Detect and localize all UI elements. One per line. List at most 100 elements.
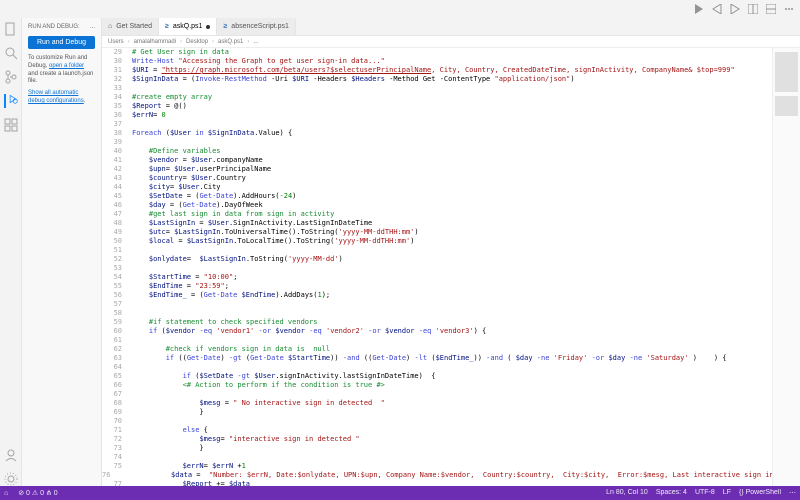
code-line[interactable]: 51 [102, 246, 772, 255]
status-item[interactable]: LF [723, 489, 731, 497]
status-item[interactable]: ⋔ 0 [46, 490, 58, 497]
code-line[interactable]: 45 $SetDate = (Get-Date).AddHours(-24) [102, 192, 772, 201]
code-line[interactable]: 40 #Define variables [102, 147, 772, 156]
code-line[interactable]: 70 [102, 417, 772, 426]
line-number: 69 [102, 408, 126, 417]
status-item[interactable]: Ln 80, Col 10 [606, 489, 648, 497]
line-number: 60 [102, 327, 126, 336]
code-line[interactable]: 71 else { [102, 426, 772, 435]
panel-header: Run and Debug: ... [26, 22, 97, 32]
line-number: 51 [102, 246, 126, 255]
code-line[interactable]: 47 #get last sign in data from sign in a… [102, 210, 772, 219]
line-number: 65 [102, 372, 126, 381]
chevron-right-icon: › [212, 39, 214, 45]
line-number: 56 [102, 291, 126, 300]
code-line[interactable]: 62 #check if vendors sign in data is nul… [102, 345, 772, 354]
breadcrumb[interactable]: Users›amalalhammadi›Desktop›askQ.ps1›... [102, 36, 800, 48]
code-editor[interactable]: 29# Get User sign in data30Write-Host "A… [102, 48, 772, 486]
code-line[interactable]: 66 <# Action to perform if the condition… [102, 381, 772, 390]
code-line[interactable]: 65 if ($SetDate -gt $User.signInActivity… [102, 372, 772, 381]
code-line[interactable]: 37 [102, 120, 772, 129]
more-icon[interactable] [784, 4, 794, 14]
status-item[interactable]: Spaces: 4 [656, 489, 687, 497]
line-number: 61 [102, 336, 126, 345]
code-line[interactable]: 38Foreach ($User in $SignInData.Value) { [102, 129, 772, 138]
breadcrumb-segment[interactable]: askQ.ps1 [218, 39, 243, 45]
code-line[interactable]: 55 $EndTime = "23:59"; [102, 282, 772, 291]
code-line[interactable]: 67 [102, 390, 772, 399]
code-line[interactable]: 72 $mesg= "interactive sign in detected … [102, 435, 772, 444]
code-line[interactable]: 63 if ((Get-Date) -gt (Get-Date $StartTi… [102, 354, 772, 363]
git-icon[interactable] [4, 70, 18, 84]
code-line[interactable]: 74 [102, 453, 772, 462]
code-line[interactable]: 77 $Report += $data [102, 480, 772, 486]
code-line[interactable]: 29# Get User sign in data [102, 48, 772, 57]
code-line[interactable]: 76 $data = "Number: $errN, Date:$onlydat… [102, 471, 772, 480]
code-line[interactable]: 53 [102, 264, 772, 273]
code-line[interactable]: 30Write-Host "Accessing the Graph to get… [102, 57, 772, 66]
layout-icon[interactable] [748, 4, 758, 14]
code-line[interactable]: 60 if ($vendor -eq 'vendor1' -or $vendor… [102, 327, 772, 336]
status-item[interactable]: {} PowerShell [739, 489, 781, 497]
status-item[interactable]: ⋯ [789, 489, 796, 497]
code-line[interactable]: 39 [102, 138, 772, 147]
code-line[interactable]: 56 $EndTime_ = (Get-Date $EndTime).AddDa… [102, 291, 772, 300]
run-step-fwd-icon[interactable] [730, 4, 740, 14]
tab-absencescript-ps1[interactable]: ≥absenceScript.ps1 [217, 18, 295, 35]
code-line[interactable]: 48 $LastSignIn = $User.SignInActivity.La… [102, 219, 772, 228]
code-line[interactable]: 42 $upn= $User.userPrincipalName [102, 165, 772, 174]
status-remote-icon[interactable]: ⌂ [4, 490, 8, 497]
panel-menu-icon[interactable]: ... [90, 24, 95, 30]
layout2-icon[interactable] [766, 4, 776, 14]
code-line[interactable]: 75 $errN= $errN +1 [102, 462, 772, 471]
extensions-icon[interactable] [4, 118, 18, 132]
status-item[interactable]: UTF-8 [695, 489, 715, 497]
code-line[interactable]: 57 [102, 300, 772, 309]
code-line[interactable]: 50 $local = $LastSignIn.ToLocalTime().To… [102, 237, 772, 246]
run-step-back-icon[interactable] [712, 4, 722, 14]
run-play-icon[interactable] [694, 4, 704, 14]
code-line[interactable]: 64 [102, 363, 772, 372]
code-line[interactable]: 35$Report = @() [102, 102, 772, 111]
explorer-icon[interactable] [4, 22, 18, 36]
code-line[interactable]: 69 } [102, 408, 772, 417]
code-line[interactable]: 44 $city= $User.City [102, 183, 772, 192]
gear-icon[interactable] [4, 472, 18, 486]
code-line[interactable]: 41 $vendor = $User.companyName [102, 156, 772, 165]
code-line[interactable]: 58 [102, 309, 772, 318]
breadcrumb-segment[interactable]: Users [108, 39, 124, 45]
status-item[interactable]: ⊘ 0 ⚠ 0 [18, 490, 44, 497]
code-line[interactable]: 59 #if statement to check specified vend… [102, 318, 772, 327]
tab-askq-ps1[interactable]: ≥askQ.ps1 [159, 18, 217, 35]
code-line[interactable]: 36$errN= 0 [102, 111, 772, 120]
code-line[interactable]: 68 $mesg = " No interactive sign in dete… [102, 399, 772, 408]
breadcrumb-segment[interactable]: ... [253, 39, 258, 45]
code-line[interactable]: 54 $StartTime = "10:00"; [102, 273, 772, 282]
breadcrumb-segment[interactable]: Desktop [186, 39, 208, 45]
run-debug-button[interactable]: Run and Debug [28, 36, 95, 49]
account-icon[interactable] [4, 448, 18, 462]
dirty-dot-icon [206, 25, 210, 29]
code-line[interactable]: 46 $day = (Get-Date).DayOfWeek [102, 201, 772, 210]
code-line[interactable]: 73 } [102, 444, 772, 453]
open-folder-link[interactable]: open a folder [49, 63, 84, 69]
panel-help-text: To customize Run and Debug, open a folde… [26, 53, 97, 88]
code-line[interactable]: 43 $country= $User.Country [102, 174, 772, 183]
code-line[interactable]: 52 $onlydate= $LastSignIn.ToString('yyyy… [102, 255, 772, 264]
code-line[interactable]: 49 $utc= $LastSignIn.ToUniversalTime().T… [102, 228, 772, 237]
breadcrumb-segment[interactable]: amalalhammadi [134, 39, 176, 45]
show-configs-link[interactable]: Show all automatic debug configurations [28, 90, 84, 104]
line-number: 77 [102, 480, 126, 486]
search-icon[interactable] [4, 46, 18, 60]
minimap[interactable] [772, 48, 800, 486]
debug-icon[interactable] [4, 94, 18, 108]
code-line[interactable]: 33 [102, 84, 772, 93]
chevron-right-icon: › [180, 39, 182, 45]
tab-label: askQ.ps1 [173, 23, 203, 30]
code-line[interactable]: 32$SignInData = (Invoke-RestMethod -Uri … [102, 75, 772, 84]
code-line[interactable]: 31$URI = "https://graph.microsoft.com/be… [102, 66, 772, 75]
code-line[interactable]: 61 [102, 336, 772, 345]
tab-get-started[interactable]: ⌂Get Started [102, 18, 159, 35]
line-number: 75 [102, 462, 126, 471]
code-line[interactable]: 34#create empty array [102, 93, 772, 102]
